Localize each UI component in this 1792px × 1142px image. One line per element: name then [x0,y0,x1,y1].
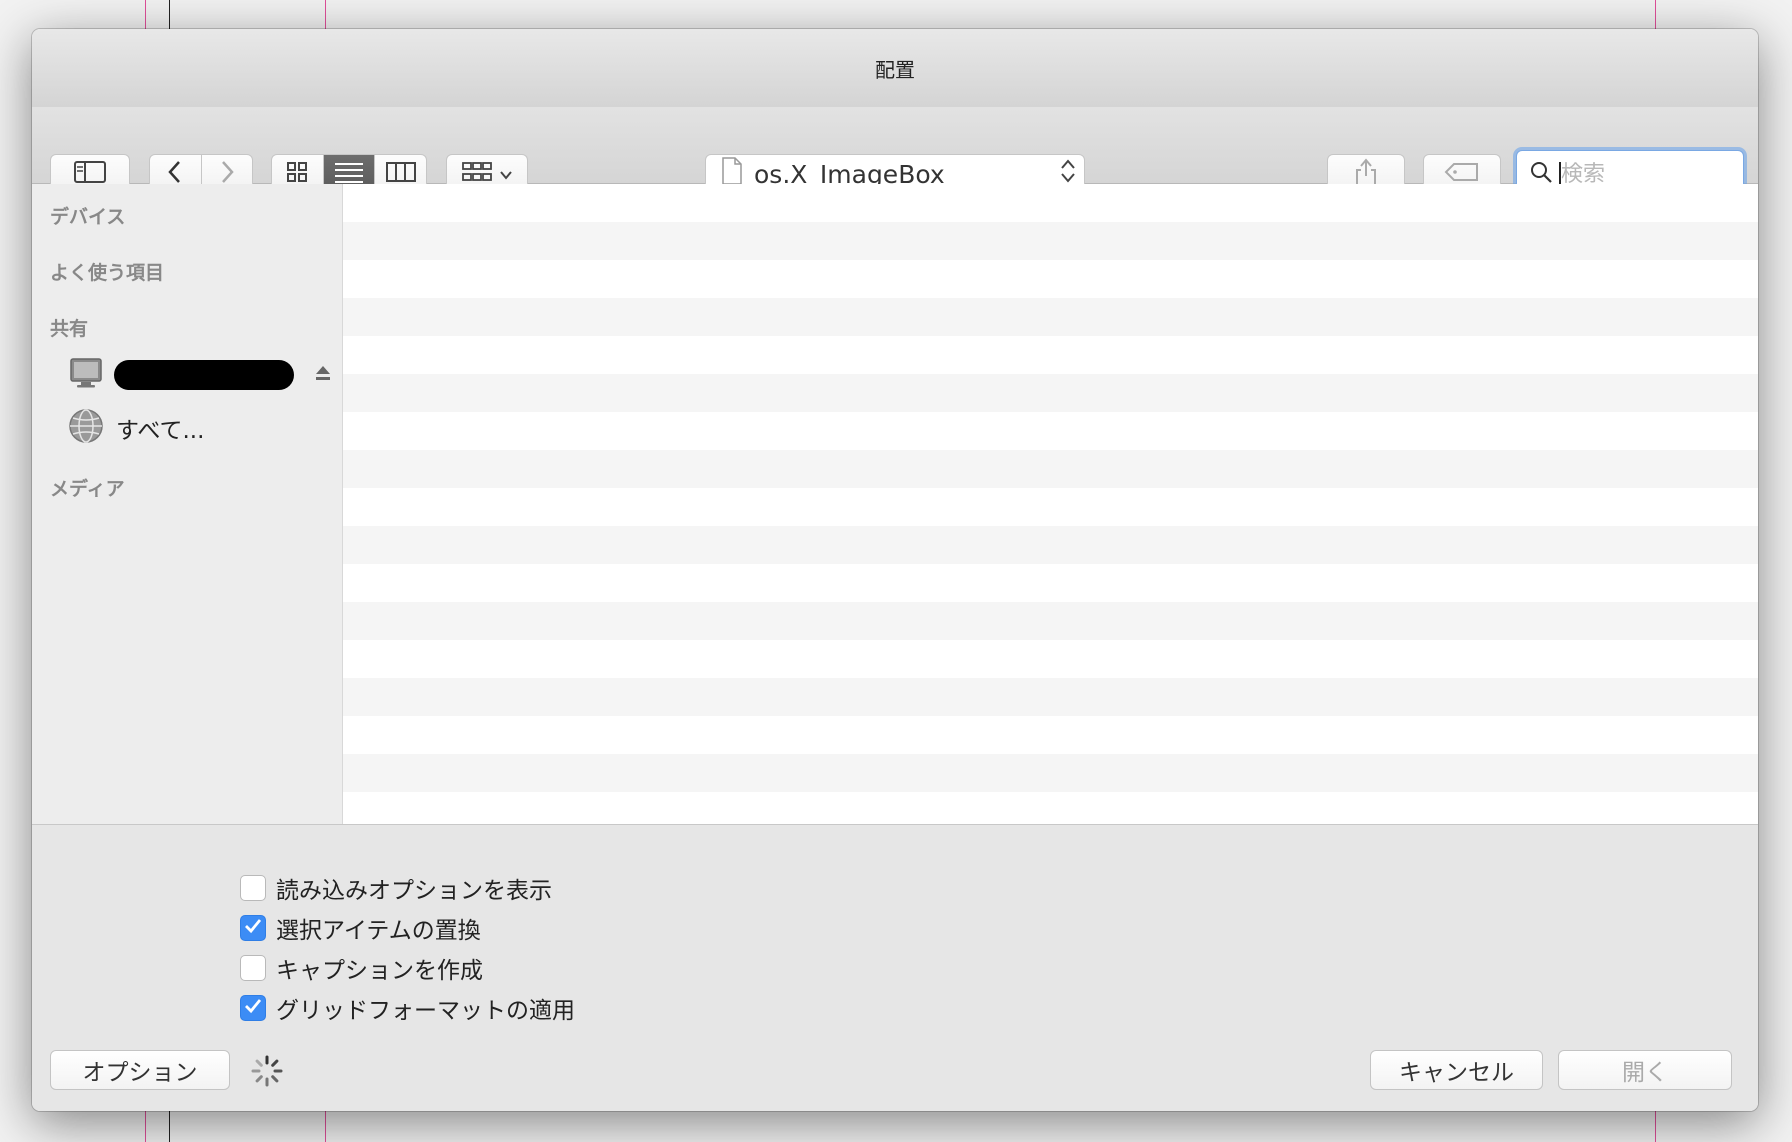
import-options-panel: 読み込みオプションを表示 選択アイテムの置換 キャプションを作成 グリッドフォー… [32,824,1758,1034]
checkbox-checked[interactable] [240,915,266,941]
open-button[interactable]: 開く [1558,1050,1732,1090]
file-list-stripe [343,450,1758,488]
open-dialog: 配置 os.X_ImageBox 検索 デバイス よく使う項目 共有 すべて..… [32,29,1758,1111]
sidebar-section-shared[interactable]: 共有 [50,314,88,341]
checkmark-icon [244,998,262,1018]
file-list-stripe [343,602,1758,640]
eject-icon[interactable] [314,364,332,386]
network-globe-icon [68,408,104,448]
option-label: グリッドフォーマットの適用 [276,998,575,1024]
option-replace-selected[interactable]: 選択アイテムの置換 [240,910,481,946]
sidebar: デバイス よく使う項目 共有 すべて... メディア [32,184,343,824]
window-title: 配置 [875,57,915,82]
file-list-stripe [343,526,1758,564]
sidebar-item-shared-computer[interactable] [68,353,338,397]
loading-spinner-icon [250,1054,284,1092]
sidebar-section-media[interactable]: メディア [50,474,125,501]
computer-icon [68,355,104,395]
checkbox[interactable] [240,955,266,981]
option-create-caption[interactable]: キャプションを作成 [240,950,483,986]
tag-icon [1444,162,1480,186]
checkbox[interactable] [240,875,266,901]
options-button[interactable]: オプション [50,1050,230,1090]
option-label: 読み込みオプションを表示 [276,878,552,904]
search-input[interactable] [1559,161,1721,187]
redacted-computer-name [114,360,294,390]
checkmark-icon [244,918,262,938]
cancel-button[interactable]: キャンセル [1370,1050,1543,1090]
file-list-stripe [343,374,1758,412]
file-list-stripe [343,754,1758,792]
option-show-import-options[interactable]: 読み込みオプションを表示 [240,870,552,906]
file-list-stripe [343,678,1758,716]
option-label: キャプションを作成 [276,958,483,984]
checkbox-checked[interactable] [240,995,266,1021]
file-list-stripe [343,298,1758,336]
toolbar: os.X_ImageBox [32,107,1758,198]
titlebar: 配置 [32,29,1758,107]
dialog-footer: オプション キャンセル 開く [32,1033,1758,1111]
chevron-down-icon [500,165,512,184]
sidebar-section-favorites[interactable]: よく使う項目 [50,258,164,285]
option-label: 選択アイテムの置換 [276,918,481,944]
sidebar-section-devices[interactable]: デバイス [50,202,125,229]
file-list[interactable] [343,184,1758,824]
sidebar-item-label: すべて... [116,418,205,444]
option-apply-grid-format[interactable]: グリッドフォーマットの適用 [240,990,575,1026]
file-list-stripe [343,222,1758,260]
sidebar-item-all-shared[interactable]: すべて... [68,406,204,450]
